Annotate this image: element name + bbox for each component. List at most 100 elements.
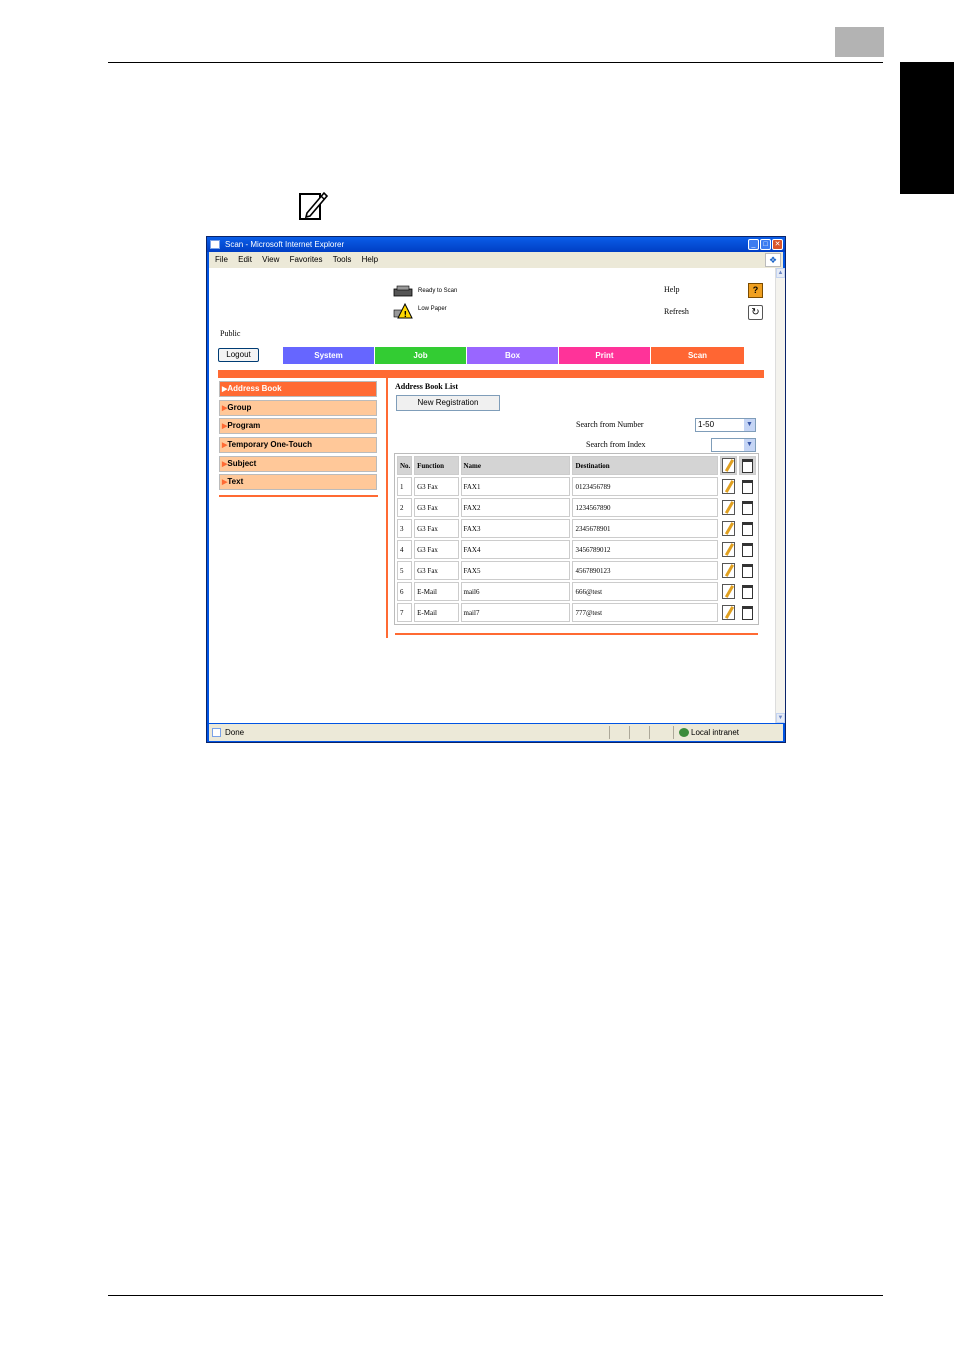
delete-cell <box>739 561 756 580</box>
trash-icon[interactable] <box>741 500 753 515</box>
vertical-scrollbar[interactable]: ▲ ▼ <box>775 268 785 723</box>
tab-scan[interactable]: Scan <box>651 347 744 364</box>
row-no: 7 <box>397 603 413 622</box>
close-button[interactable]: ✕ <box>772 239 783 250</box>
refresh-link[interactable]: Refresh <box>664 307 689 316</box>
chevron-down-icon[interactable]: ▼ <box>744 419 755 431</box>
delete-cell <box>739 603 756 622</box>
search-number-value: 1-50 <box>698 420 715 429</box>
tab-print[interactable]: Print <box>559 347 650 364</box>
menu-view[interactable]: View <box>262 252 279 268</box>
trash-icon[interactable] <box>741 605 753 620</box>
warning-icon: ! <box>393 303 413 319</box>
scroll-down-icon[interactable]: ▼ <box>776 713 785 723</box>
trash-icon[interactable] <box>741 563 753 578</box>
row-no: 1 <box>397 477 413 496</box>
scroll-up-icon[interactable]: ▲ <box>776 268 785 278</box>
trash-icon[interactable] <box>741 479 753 494</box>
row-name: mail7 <box>460 603 571 622</box>
sidebar-item-label: Temporary One-Touch <box>227 440 312 449</box>
trash-icon <box>741 458 753 473</box>
table-row: 6 E-Mail mail6 666@test <box>397 582 756 601</box>
refresh-icon[interactable]: ↻ <box>748 305 763 320</box>
edit-icon[interactable] <box>721 563 735 578</box>
row-function: G3 Fax <box>414 477 459 496</box>
search-index-select[interactable]: ▼ <box>711 438 756 452</box>
sidebar-item-label: Program <box>227 421 261 430</box>
help-link[interactable]: Help <box>664 285 680 294</box>
tab-system[interactable]: System <box>283 347 374 364</box>
edit-icon[interactable] <box>721 584 735 599</box>
tab-job[interactable]: Job <box>375 347 466 364</box>
edit-icon[interactable] <box>721 521 735 536</box>
sidebar-item-subject[interactable]: ▶Subject <box>219 456 377 472</box>
search-number-label: Search from Number <box>576 420 644 429</box>
row-no: 3 <box>397 519 413 538</box>
table-header-row: No. Function Name Destination <box>397 456 756 475</box>
status-separator <box>673 726 674 739</box>
ie-icon <box>210 240 220 249</box>
chapter-tab <box>900 62 954 194</box>
minimize-button[interactable]: _ <box>748 239 759 250</box>
row-name: FAX2 <box>460 498 571 517</box>
logout-button[interactable]: Logout <box>218 348 259 362</box>
search-index-label: Search from Index <box>586 440 646 449</box>
new-registration-button[interactable]: New Registration <box>396 395 500 411</box>
sidebar-item-label: Text <box>227 477 244 486</box>
column-header-name: Name <box>460 456 571 475</box>
row-name: FAX5 <box>460 561 571 580</box>
table-divider <box>395 633 758 635</box>
zone-text: Local intranet <box>691 728 740 737</box>
delete-cell <box>739 498 756 517</box>
delete-column-header <box>738 456 756 475</box>
menu-edit[interactable]: Edit <box>238 252 252 268</box>
menu-tools[interactable]: Tools <box>333 252 352 268</box>
address-book-list-title: Address Book List <box>395 382 458 391</box>
edit-column-header <box>719 456 737 475</box>
menu-help[interactable]: Help <box>362 252 378 268</box>
sidebar-item-program[interactable]: ▶Program <box>219 418 377 434</box>
row-name: mail6 <box>460 582 571 601</box>
row-destination: 1234567890 <box>572 498 718 517</box>
page-content: Ready to Scan ! Low Paper Help ? Refresh… <box>209 268 775 723</box>
status-separator <box>629 726 630 739</box>
table-row: 4 G3 Fax FAX4 3456789012 <box>397 540 756 559</box>
row-destination: 777@test <box>572 603 718 622</box>
status-separator <box>609 726 610 739</box>
row-destination: 4567890123 <box>572 561 718 580</box>
column-header-function: Function <box>414 456 459 475</box>
sidebar-item-temporary-one-touch[interactable]: ▶Temporary One-Touch <box>219 437 377 453</box>
delete-cell <box>739 582 756 601</box>
trash-icon[interactable] <box>741 542 753 557</box>
browser-window: Scan - Microsoft Internet Explorer _ □ ✕… <box>206 236 786 743</box>
table-row: 5 G3 Fax FAX5 4567890123 <box>397 561 756 580</box>
menu-file[interactable]: File <box>215 252 228 268</box>
delete-cell <box>739 477 756 496</box>
row-destination: 2345678901 <box>572 519 718 538</box>
status-paper-text: Low Paper <box>418 306 447 312</box>
title-bar[interactable]: Scan - Microsoft Internet Explorer _ □ ✕ <box>207 237 785 252</box>
status-text: Done <box>225 728 245 737</box>
edit-cell <box>720 477 737 496</box>
table-row: 1 G3 Fax FAX1 0123456789 <box>397 477 756 496</box>
row-destination: 3456789012 <box>572 540 718 559</box>
sidebar-item-group[interactable]: ▶Group <box>219 400 377 416</box>
edit-icon[interactable] <box>721 479 735 494</box>
maximize-button[interactable]: □ <box>760 239 771 250</box>
window-title: Scan - Microsoft Internet Explorer <box>225 240 345 249</box>
tab-box[interactable]: Box <box>467 347 558 364</box>
chevron-down-icon[interactable]: ▼ <box>744 439 755 451</box>
edit-icon[interactable] <box>721 542 735 557</box>
sidebar-item-text[interactable]: ▶Text <box>219 474 377 490</box>
sidebar-item-address-book[interactable]: ▶Address Book <box>219 381 377 397</box>
delete-cell <box>739 519 756 538</box>
trash-icon[interactable] <box>741 521 753 536</box>
trash-icon[interactable] <box>741 584 753 599</box>
edit-icon[interactable] <box>721 605 735 620</box>
sidebar-item-label: Address Book <box>227 384 282 393</box>
edit-cell <box>720 540 737 559</box>
edit-icon[interactable] <box>721 500 735 515</box>
search-number-select[interactable]: 1-50 ▼ <box>695 418 756 432</box>
menu-favorites[interactable]: Favorites <box>290 252 323 268</box>
help-icon[interactable]: ? <box>748 283 763 298</box>
